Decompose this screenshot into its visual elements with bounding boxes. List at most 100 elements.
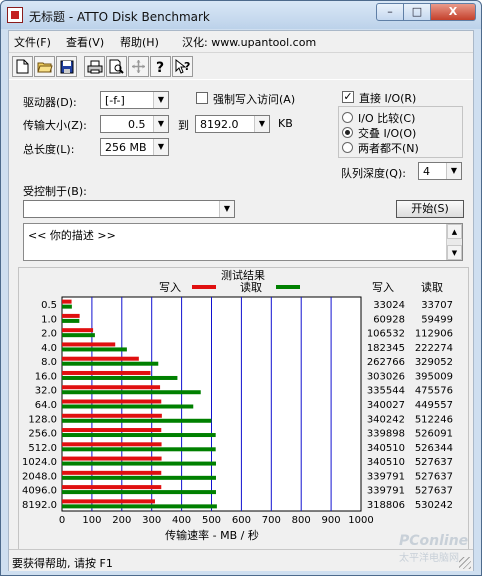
chevron-down-icon[interactable]: ▼: [153, 116, 168, 132]
to-label: 到: [178, 119, 189, 132]
y-tick-label: 4096.0: [22, 486, 57, 497]
legend-read-swatch: [276, 285, 300, 289]
x-tick-label: 500: [202, 515, 221, 526]
read-bar: [62, 433, 216, 438]
controlled-by-label: 受控制于(B):: [23, 185, 87, 198]
move-icon[interactable]: [128, 56, 149, 77]
y-tick-label: 256.0: [28, 429, 57, 440]
maximize-button[interactable]: □: [403, 3, 431, 21]
read-value-label: 530242: [415, 500, 453, 511]
chevron-down-icon[interactable]: ▼: [254, 116, 269, 132]
write-bar: [62, 485, 162, 490]
transfer-from-select[interactable]: 0.5 ▼: [100, 115, 169, 133]
io-compare-label: I/O 比较(C): [358, 112, 416, 125]
window-title: 无标题 - ATTO Disk Benchmark: [29, 10, 210, 24]
read-bar: [62, 404, 194, 409]
resize-grip-icon[interactable]: [459, 557, 471, 569]
force-write-checkbox[interactable]: [196, 92, 208, 104]
menu-help[interactable]: 帮助(H): [120, 34, 159, 50]
read-value-label: 395009: [415, 371, 453, 382]
legend-write-swatch: [192, 285, 216, 289]
total-length-select[interactable]: 256 MB ▼: [100, 138, 169, 156]
help-icon[interactable]: ?: [150, 56, 171, 77]
menu-view[interactable]: 查看(V): [66, 34, 104, 50]
y-tick-label: 16.0: [35, 371, 57, 382]
svg-text:?: ?: [156, 60, 164, 74]
total-length-label: 总长度(L):: [23, 143, 75, 156]
io-compare-radio[interactable]: [342, 112, 353, 123]
read-value-label: 449557: [415, 400, 453, 411]
transfer-to-select[interactable]: 8192.0 ▼: [195, 115, 270, 133]
x-tick-label: 600: [232, 515, 251, 526]
read-bar: [62, 375, 178, 380]
y-tick-label: 8192.0: [22, 500, 57, 511]
x-tick-label: 0: [59, 515, 65, 526]
print-preview-icon[interactable]: [106, 56, 127, 77]
y-tick-label: 1.0: [41, 314, 57, 325]
read-value-label: 222274: [415, 343, 453, 354]
status-text: 要获得帮助, 请按 F1: [12, 557, 113, 570]
context-help-icon[interactable]: ?: [172, 56, 193, 77]
x-axis-label: 传输速率 - MB / 秒: [165, 528, 259, 542]
description-scrollbar[interactable]: ▲ ▼: [446, 224, 462, 260]
force-write-label: 强制写入访问(A): [213, 93, 296, 106]
transfer-from-value: 0.5: [128, 118, 146, 131]
read-bar: [62, 390, 201, 395]
x-tick-label: 1000: [348, 515, 373, 526]
queue-depth-select[interactable]: 4 ▼: [418, 162, 462, 180]
overlap-io-label: 交叠 I/O(O): [358, 127, 417, 140]
neither-io-label: 两者都不(N): [358, 142, 419, 155]
description-textarea[interactable]: << 你的描述 >> ▲ ▼: [23, 223, 463, 261]
read-value-label: 527637: [415, 457, 453, 468]
menu-file[interactable]: 文件(F): [14, 34, 51, 50]
close-button[interactable]: X: [430, 3, 476, 21]
read-value-label: 112906: [415, 329, 453, 340]
y-tick-label: 2048.0: [22, 471, 57, 482]
minimize-button[interactable]: –: [376, 3, 404, 21]
drive-select[interactable]: [-f-] ▼: [100, 91, 169, 109]
direct-io-checkbox[interactable]: ✓: [342, 91, 354, 103]
menu-bar: 文件(F) 查看(V) 帮助(H) 汉化: www.upantool.com: [9, 31, 473, 51]
write-bar: [62, 399, 162, 404]
title-bar[interactable]: 无标题 - ATTO Disk Benchmark – □ X: [1, 1, 481, 29]
chevron-down-icon[interactable]: ▼: [153, 92, 168, 108]
write-column-header: 写入: [372, 281, 394, 294]
write-bar: [62, 499, 155, 504]
watermark-logo: PConline: [399, 533, 469, 549]
write-bar: [62, 413, 162, 418]
read-bar: [62, 361, 159, 366]
read-value-label: 329052: [415, 357, 453, 368]
write-value-label: 262766: [367, 357, 405, 368]
chevron-down-icon[interactable]: ▼: [219, 201, 234, 217]
write-value-label: 339791: [367, 486, 405, 497]
scroll-down-icon[interactable]: ▼: [447, 245, 462, 260]
write-value-label: 339791: [367, 471, 405, 482]
y-tick-label: 512.0: [28, 443, 57, 454]
overlap-io-radio[interactable]: [342, 127, 353, 138]
menu-translation[interactable]: 汉化: www.upantool.com: [182, 34, 316, 50]
write-value-label: 106532: [367, 329, 405, 340]
write-bar: [62, 313, 80, 318]
transfer-size-label: 传输大小(Z):: [23, 119, 87, 132]
controlled-by-select[interactable]: ▼: [23, 200, 235, 218]
chevron-down-icon[interactable]: ▼: [153, 139, 168, 155]
start-button[interactable]: 开始(S): [396, 200, 464, 218]
transfer-to-value: 8192.0: [200, 118, 239, 131]
y-tick-label: 64.0: [35, 400, 57, 411]
direct-io-label: 直接 I/O(R): [359, 92, 417, 105]
read-value-label: 59499: [421, 314, 453, 325]
read-bar: [62, 504, 217, 509]
legend-write-label: 写入: [159, 281, 181, 294]
scroll-up-icon[interactable]: ▲: [447, 224, 462, 239]
read-bar: [62, 318, 80, 323]
save-icon[interactable]: [56, 56, 77, 77]
chevron-down-icon[interactable]: ▼: [446, 163, 461, 179]
print-icon[interactable]: [84, 56, 105, 77]
write-value-label: 339898: [367, 429, 405, 440]
drive-label: 驱动器(D):: [23, 96, 77, 109]
y-tick-label: 8.0: [41, 357, 57, 368]
neither-io-radio[interactable]: [342, 142, 353, 153]
open-folder-icon[interactable]: [34, 56, 55, 77]
write-bar: [62, 342, 116, 347]
new-file-icon[interactable]: [12, 56, 33, 77]
